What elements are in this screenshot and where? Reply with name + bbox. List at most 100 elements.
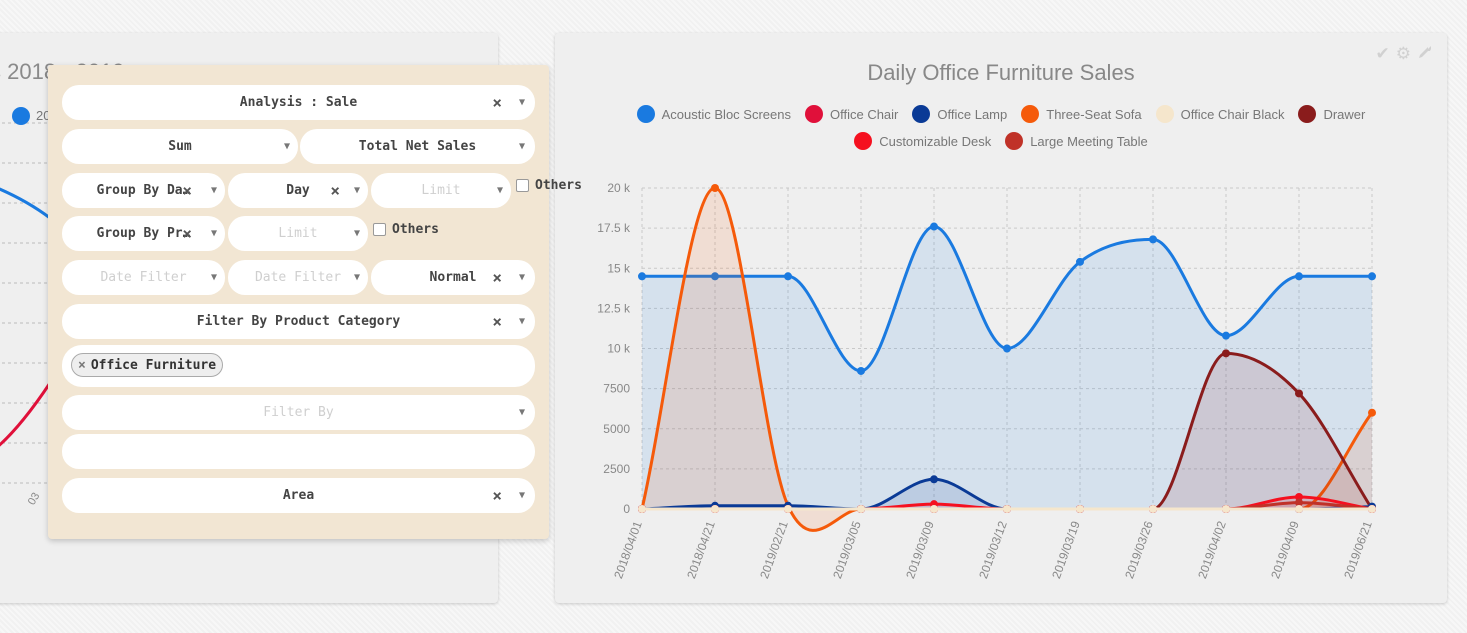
data-point[interactable]	[1222, 505, 1230, 513]
data-point[interactable]	[638, 272, 646, 281]
others-label-1: Others	[535, 178, 582, 193]
chevron-down-icon[interactable]: ▼	[211, 185, 217, 196]
checkbox-box[interactable]	[373, 223, 386, 236]
data-point[interactable]	[638, 505, 646, 513]
y-tick-label: 12.5 k	[597, 301, 631, 315]
x-tick-label: 2019/06/21	[1341, 519, 1375, 581]
group-by-product-value: Group By Pr…	[96, 226, 191, 241]
date-granularity-value: Day	[286, 183, 310, 198]
group-by-date-select[interactable]: Group By Da… × ▼	[62, 173, 225, 208]
data-point[interactable]	[1368, 505, 1376, 513]
mode-value: Normal	[429, 270, 477, 285]
data-point[interactable]	[1076, 505, 1084, 513]
clear-group-by-product-icon[interactable]: ×	[182, 224, 192, 243]
data-point[interactable]	[1222, 349, 1230, 358]
data-point[interactable]	[711, 505, 719, 513]
date-filter-placeholder-2: Date Filter	[254, 270, 342, 285]
data-point[interactable]	[1222, 331, 1230, 340]
date-granularity-select[interactable]: Day × ▼	[228, 173, 368, 208]
y-tick-label: 2500	[603, 462, 630, 476]
y-tick-label: 0	[623, 502, 630, 516]
left-red-line	[0, 382, 52, 447]
analysis-value: Analysis : Sale	[239, 95, 358, 110]
chevron-down-icon[interactable]: ▼	[354, 185, 360, 196]
y-tick-label: 10 k	[607, 342, 631, 356]
data-point[interactable]	[857, 505, 865, 513]
others-checkbox-2[interactable]: Others	[373, 222, 439, 237]
clear-group-by-date-icon[interactable]: ×	[182, 181, 192, 200]
limit-input-2[interactable]: Limit ▼	[228, 216, 368, 251]
clear-granularity-icon[interactable]: ×	[330, 181, 340, 200]
measure-select[interactable]: Total Net Sales ▼	[300, 129, 535, 164]
data-point[interactable]	[1076, 257, 1084, 266]
left-legend-dot[interactable]	[12, 107, 30, 125]
clear-filter-category-icon[interactable]: ×	[492, 312, 502, 331]
data-point[interactable]	[1368, 272, 1376, 281]
data-point[interactable]	[1368, 408, 1376, 417]
filter-by-category-value: Filter By Product Category	[196, 314, 401, 329]
chevron-down-icon[interactable]: ▼	[284, 141, 290, 152]
y-tick-label: 20 k	[607, 181, 631, 195]
group-by-date-value: Group By Da…	[96, 183, 191, 198]
x-tick-label: 2018/04/21	[684, 519, 718, 581]
mode-select[interactable]: Normal × ▼	[371, 260, 535, 295]
left-chart-gridlines	[0, 122, 50, 484]
others-label-2: Others	[392, 222, 439, 237]
data-point[interactable]	[784, 505, 792, 513]
chevron-down-icon[interactable]: ▼	[354, 228, 360, 239]
data-point[interactable]	[1149, 505, 1157, 513]
remove-tag-icon[interactable]: ×	[78, 358, 86, 373]
data-point[interactable]	[1003, 344, 1011, 353]
data-point[interactable]	[784, 272, 792, 281]
category-tag-label: Office Furniture	[90, 357, 217, 373]
group-by-product-select[interactable]: Group By Pr… × ▼	[62, 216, 225, 251]
clear-chart-type-icon[interactable]: ×	[492, 486, 502, 505]
measure-value: Total Net Sales	[358, 139, 477, 154]
data-point[interactable]	[711, 184, 719, 192]
category-tag[interactable]: × Office Furniture	[71, 353, 224, 377]
clear-analysis-icon[interactable]: ×	[492, 93, 502, 112]
data-point[interactable]	[930, 222, 938, 231]
checkbox-box[interactable]	[516, 179, 529, 192]
data-point[interactable]	[1295, 389, 1303, 398]
chart-plot-area: 0 2500 5000 7500 10 k 12.5 k 15 k 17.5 k 20 k 201…	[597, 181, 1376, 581]
chevron-down-icon[interactable]: ▼	[519, 316, 525, 327]
x-tick-label: 2019/04/09	[1268, 519, 1302, 581]
x-tick-label: 2018/04/01	[611, 519, 645, 581]
data-point[interactable]	[857, 366, 865, 375]
chevron-down-icon[interactable]: ▼	[211, 228, 217, 239]
data-point[interactable]	[1149, 235, 1157, 244]
chevron-down-icon[interactable]: ▼	[519, 97, 525, 108]
x-tick-label: 2019/03/09	[903, 519, 937, 581]
chart-panel: Daily Office Furniture Sales ✔ ⚙ Acousti…	[555, 33, 1447, 603]
date-filter-2[interactable]: Date Filter ▼	[228, 260, 368, 295]
empty-input[interactable]	[62, 434, 535, 469]
chevron-down-icon[interactable]: ▼	[519, 407, 525, 418]
clear-mode-icon[interactable]: ×	[492, 268, 502, 287]
data-point[interactable]	[1295, 505, 1303, 513]
aggregate-select[interactable]: Sum ▼	[62, 129, 298, 164]
y-tick-label: 15 k	[607, 261, 631, 275]
filter-by-select[interactable]: Filter By ▼	[62, 395, 535, 430]
y-tick-label: 17.5 k	[597, 221, 631, 235]
category-tags-input[interactable]: × Office Furniture	[62, 345, 535, 387]
chevron-down-icon[interactable]: ▼	[519, 141, 525, 152]
chevron-down-icon[interactable]: ▼	[519, 272, 525, 283]
chevron-down-icon[interactable]: ▼	[211, 272, 217, 283]
date-filter-1[interactable]: Date Filter ▼	[62, 260, 225, 295]
chart-type-value: Area	[282, 488, 315, 503]
data-point[interactable]	[930, 475, 938, 484]
others-checkbox-1[interactable]: Others	[516, 178, 582, 193]
chart-type-select[interactable]: Area × ▼	[62, 478, 535, 513]
data-point[interactable]	[1003, 505, 1011, 513]
chevron-down-icon[interactable]: ▼	[497, 185, 503, 196]
limit-input-1[interactable]: Limit ▼	[371, 173, 511, 208]
data-point[interactable]	[930, 505, 938, 513]
y-tick-label: 5000	[603, 422, 630, 436]
filter-by-placeholder: Filter By	[263, 405, 334, 420]
analysis-select[interactable]: Analysis : Sale × ▼	[62, 85, 535, 120]
filter-by-category-select[interactable]: Filter By Product Category × ▼	[62, 304, 535, 339]
chevron-down-icon[interactable]: ▼	[519, 490, 525, 501]
chevron-down-icon[interactable]: ▼	[354, 272, 360, 283]
data-point[interactable]	[1295, 272, 1303, 281]
